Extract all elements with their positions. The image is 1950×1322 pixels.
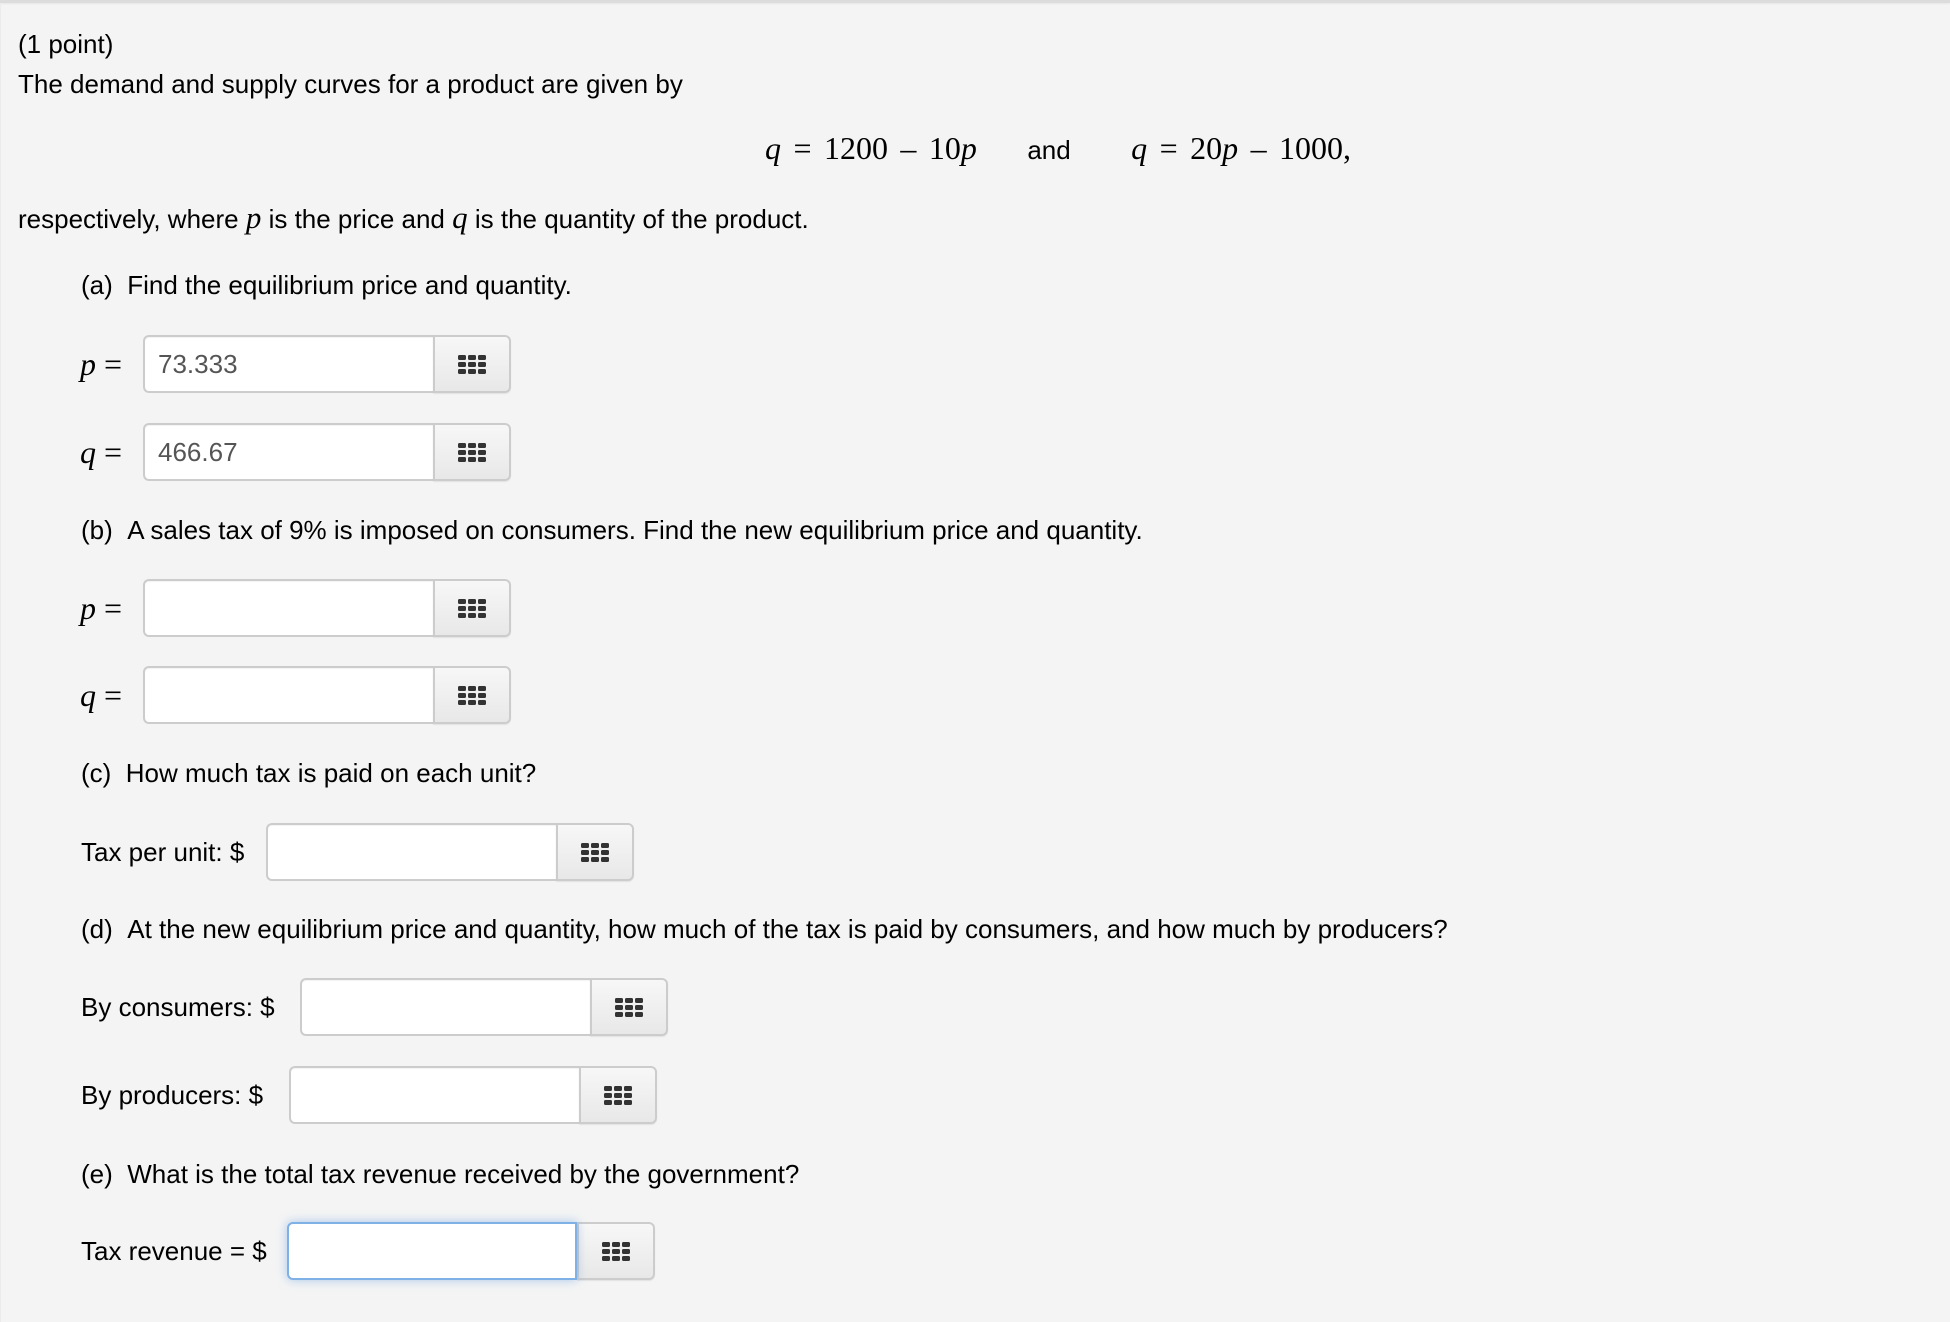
by-producers-label: By producers: $ (81, 1079, 264, 1110)
tax-revenue-input[interactable] (287, 1222, 577, 1280)
part-b-p-equation-editor-button[interactable] (433, 579, 511, 637)
part-c-text: How much tax is paid on each unit? (125, 758, 537, 788)
supply-coefficient: 20 (1190, 130, 1223, 166)
part-a-q-input[interactable] (143, 423, 433, 481)
part-b-q-field (143, 666, 511, 724)
definition-var-p: p (245, 200, 262, 235)
tax-revenue-label: Tax revenue = $ (81, 1235, 267, 1266)
part-b-p-row: p = (80, 579, 122, 637)
tax-per-unit-input[interactable] (266, 823, 556, 881)
part-d-producers-row: By producers: $ (81, 1066, 263, 1124)
variable-definition: respectively, where p is the price and q… (18, 202, 809, 235)
by-consumers-field (300, 978, 668, 1036)
left-edge (0, 3, 1, 1322)
part-a-p-equation-editor-button[interactable] (433, 335, 511, 393)
part-a-question: (a) Find the equilibrium price and quant… (81, 269, 572, 301)
part-b-q-label: q = (80, 676, 123, 713)
by-consumers-equation-editor-button[interactable] (590, 978, 668, 1036)
part-a-p-label: p = (80, 345, 123, 382)
grid-icon (602, 1241, 630, 1261)
by-producers-equation-editor-button[interactable] (579, 1066, 657, 1124)
tax-revenue-equation-editor-button[interactable] (577, 1222, 655, 1280)
tax-revenue-field (287, 1222, 655, 1280)
part-a-q-equation-editor-button[interactable] (433, 423, 511, 481)
definition-var-q: q (452, 200, 468, 235)
part-a-p-row: p = (80, 335, 122, 393)
part-a-text: Find the equilibrium price and quantity. (127, 270, 572, 300)
tax-per-unit-field (266, 823, 634, 881)
part-d-text: At the new equilibrium price and quantit… (127, 914, 1448, 944)
part-b-p-label: p = (80, 589, 123, 626)
definition-text-2: is the price and (261, 204, 453, 234)
demand-constant: 1200 (823, 130, 888, 166)
supply-minus: – (1250, 130, 1267, 166)
part-a-q-field (143, 423, 511, 481)
grid-icon (604, 1085, 632, 1105)
part-a-q-label: q = (80, 433, 123, 470)
part-e-label: (e) (81, 1159, 113, 1189)
by-producers-field (289, 1066, 657, 1124)
definition-text-1: respectively, where (18, 204, 246, 234)
part-a-p-field (143, 335, 511, 393)
equations-display: q = 1200 – 10p and q = 20p – 1000, (765, 128, 1351, 168)
part-b-p-input[interactable] (143, 579, 433, 637)
by-consumers-input[interactable] (300, 978, 590, 1036)
part-d-consumers-row: By consumers: $ (81, 978, 275, 1036)
demand-minus: – (900, 130, 917, 166)
part-c-question: (c) How much tax is paid on each unit? (81, 757, 536, 789)
supply-variable: p (1222, 130, 1239, 166)
part-e-row: Tax revenue = $ (81, 1222, 267, 1280)
part-e-question: (e) What is the total tax revenue receiv… (81, 1158, 799, 1190)
grid-icon (458, 685, 486, 705)
part-e-text: What is the total tax revenue received b… (127, 1159, 800, 1189)
part-b-text: A sales tax of 9% is imposed on consumer… (127, 515, 1143, 545)
part-a-label: (a) (81, 270, 113, 300)
part-b-label: (b) (81, 515, 113, 545)
by-consumers-label: By consumers: $ (81, 991, 275, 1022)
part-b-question: (b) A sales tax of 9% is imposed on cons… (81, 514, 1143, 546)
points-label: (1 point) (18, 29, 114, 59)
by-producers-input[interactable] (289, 1066, 579, 1124)
problem-intro: The demand and supply curves for a produ… (18, 69, 683, 99)
grid-icon (458, 598, 486, 618)
part-c-label: (c) (81, 758, 112, 788)
demand-coefficient: 10 (928, 130, 961, 166)
part-c-row: Tax per unit: $ (81, 823, 244, 881)
supply-comma: , (1343, 130, 1352, 166)
grid-icon (458, 354, 486, 374)
grid-icon (458, 442, 486, 462)
grid-icon (581, 842, 609, 862)
supply-lhs: q (1131, 130, 1148, 166)
supply-equals: = (1159, 130, 1178, 166)
supply-constant: 1000 (1279, 130, 1344, 166)
part-b-q-row: q = (80, 666, 122, 724)
supply-equation: q = 20p – 1000, (1131, 130, 1351, 166)
demand-variable: p (960, 130, 977, 166)
tax-per-unit-label: Tax per unit: $ (81, 836, 245, 867)
tax-revenue-input-wrap (287, 1222, 577, 1280)
definition-text-3: is the quantity of the product. (467, 204, 809, 234)
part-b-q-input[interactable] (143, 666, 433, 724)
part-d-question: (d) At the new equilibrium price and qua… (81, 913, 1448, 945)
demand-lhs: q (765, 130, 781, 166)
tax-per-unit-equation-editor-button[interactable] (556, 823, 634, 881)
part-b-p-field (143, 579, 511, 637)
part-a-p-input[interactable] (143, 335, 433, 393)
part-b-q-equation-editor-button[interactable] (433, 666, 511, 724)
top-border (0, 0, 1950, 3)
grid-icon (615, 997, 643, 1017)
equation-connector: and (1027, 135, 1071, 165)
demand-equals: = (793, 130, 812, 166)
part-d-label: (d) (81, 914, 113, 944)
demand-equation: q = 1200 – 10p (765, 130, 981, 166)
part-a-q-row: q = (80, 423, 122, 481)
